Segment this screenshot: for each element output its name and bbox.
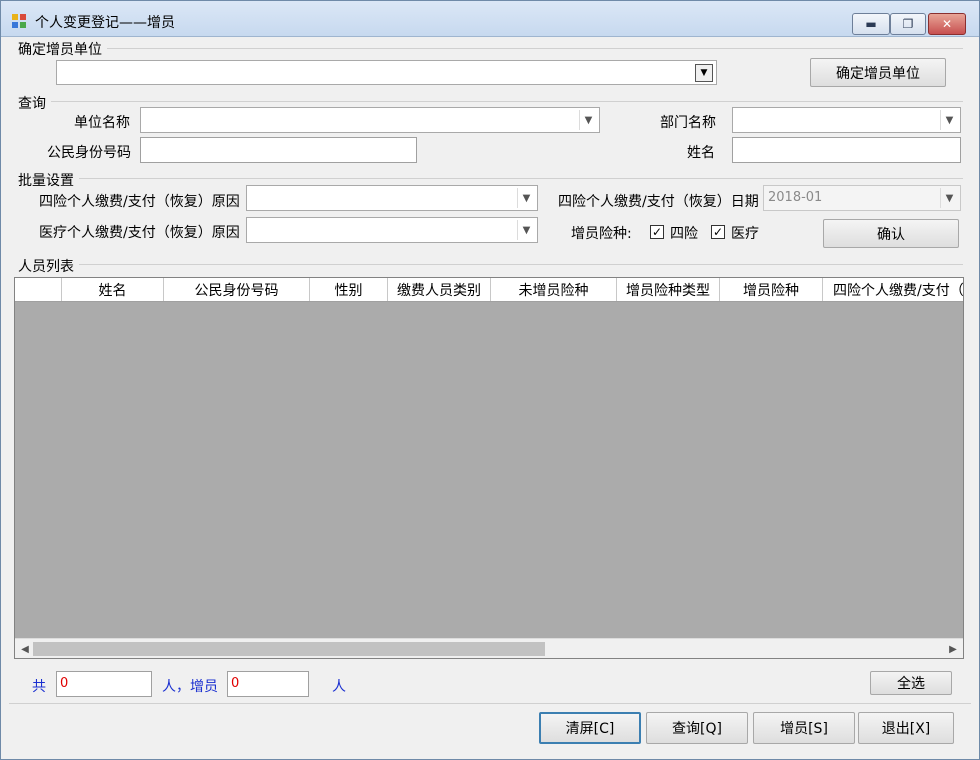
chevron-down-icon: ▼ <box>940 110 958 130</box>
medical-insurance-label: 医疗 <box>731 226 759 242</box>
name-input[interactable] <box>732 137 961 163</box>
horizontal-scrollbar[interactable]: ◀ ▶ <box>15 638 963 658</box>
title-bar: 个人变更登记——增员 ▬ ❐ ✕ <box>1 1 979 37</box>
confirm-unit-button[interactable]: 确定增员单位 <box>810 58 946 87</box>
id-number-label: 公民身份号码 <box>47 145 131 161</box>
four-insurance-checkbox[interactable]: ✓ <box>650 225 664 239</box>
scrollbar-thumb[interactable] <box>33 642 545 656</box>
dept-name-select[interactable]: ▼ <box>732 107 961 133</box>
person-suffix-label: 人 <box>332 679 346 695</box>
unit-group-divider <box>107 48 963 49</box>
dept-name-label: 部门名称 <box>660 115 716 131</box>
close-button[interactable]: ✕ <box>928 13 966 35</box>
minimize-button[interactable]: ▬ <box>852 13 890 35</box>
maximize-button[interactable]: ❐ <box>890 13 926 35</box>
total-prefix-label: 共 <box>32 679 46 695</box>
four-date-value: 2018-01 <box>768 190 823 205</box>
medical-reason-select[interactable]: ▼ <box>246 217 538 243</box>
scroll-right-icon[interactable]: ▶ <box>945 641 961 657</box>
row-header-column[interactable] <box>15 278 62 301</box>
batch-group-label: 批量设置 <box>18 173 74 189</box>
grid-header: 姓名 公民身份号码 性别 缴费人员类别 未增员险种 增员险种类型 增员险种 四险… <box>15 278 963 302</box>
person-grid[interactable]: 姓名 公民身份号码 性别 缴费人员类别 未增员险种 增员险种类型 增员险种 四险… <box>14 277 964 659</box>
added-count-field: 0 <box>227 671 309 697</box>
id-number-input[interactable] <box>140 137 417 163</box>
four-reason-select[interactable]: ▼ <box>246 185 538 211</box>
column-four-payment[interactable]: 四险个人缴费/支付（ <box>823 278 963 301</box>
unit-select[interactable]: ▼ <box>56 60 717 85</box>
chevron-down-icon: ▼ <box>940 188 958 208</box>
unit-name-select[interactable]: ▼ <box>140 107 600 133</box>
medical-reason-label: 医疗个人缴费/支付（恢复）原因 <box>39 225 240 241</box>
column-gender[interactable]: 性别 <box>310 278 388 301</box>
unit-group-label: 确定增员单位 <box>18 42 102 58</box>
chevron-down-icon: ▼ <box>517 188 535 208</box>
added-label: 人，增员 <box>162 679 218 695</box>
batch-confirm-button[interactable]: 确认 <box>823 219 959 248</box>
batch-group-divider <box>79 178 963 179</box>
footer-divider <box>9 703 971 704</box>
four-reason-label: 四险个人缴费/支付（恢复）原因 <box>39 194 240 210</box>
column-id-number[interactable]: 公民身份号码 <box>164 278 310 301</box>
window-title: 个人变更登记——增员 <box>35 15 175 31</box>
main-window: 个人变更登记——增员 ▬ ❐ ✕ 确定增员单位 ▼ 确定增员单位 查询 单位名称… <box>0 0 980 760</box>
query-button[interactable]: 查询[Q] <box>646 712 748 744</box>
list-group-divider <box>79 264 963 265</box>
query-group-label: 查询 <box>18 96 46 112</box>
close-icon: ✕ <box>941 17 953 31</box>
chevron-down-icon: ▼ <box>517 220 535 240</box>
medical-insurance-checkbox[interactable]: ✓ <box>711 225 725 239</box>
total-count-field: 0 <box>56 671 152 697</box>
list-group-label: 人员列表 <box>18 259 74 275</box>
select-all-button[interactable]: 全选 <box>870 671 952 695</box>
insurance-type-label: 增员险种: <box>571 226 632 242</box>
four-date-label: 四险个人缴费/支付（恢复）日期 <box>558 194 759 210</box>
maximize-icon: ❐ <box>902 17 914 31</box>
unit-name-label: 单位名称 <box>74 115 130 131</box>
name-label: 姓名 <box>687 145 715 161</box>
add-member-button[interactable]: 增员[S] <box>753 712 855 744</box>
column-added-insurance[interactable]: 增员险种 <box>720 278 823 301</box>
chevron-down-icon: ▼ <box>579 110 597 130</box>
four-date-picker[interactable]: 2018-01 ▼ <box>763 185 961 211</box>
minimize-icon: ▬ <box>865 17 877 31</box>
query-group-divider <box>51 101 963 102</box>
app-icon <box>12 14 26 28</box>
dropdown-icon: ▼ <box>695 64 713 82</box>
four-insurance-label: 四险 <box>670 226 698 242</box>
scroll-left-icon[interactable]: ◀ <box>17 641 33 657</box>
column-added-insurance-type[interactable]: 增员险种类型 <box>617 278 720 301</box>
exit-button[interactable]: 退出[X] <box>858 712 954 744</box>
column-not-added-insurance[interactable]: 未增员险种 <box>491 278 617 301</box>
clear-button[interactable]: 清屏[C] <box>539 712 641 744</box>
column-name[interactable]: 姓名 <box>62 278 164 301</box>
column-payer-category[interactable]: 缴费人员类别 <box>388 278 491 301</box>
